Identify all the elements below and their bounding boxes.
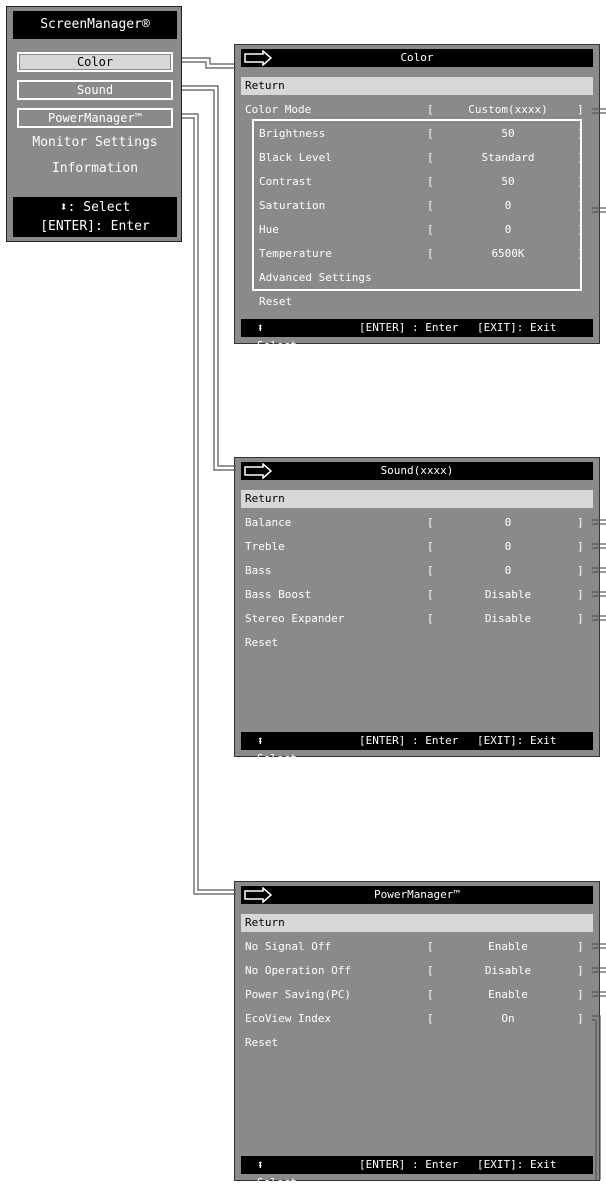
right-callout-ticks [592,108,606,1180]
connector-lines [182,57,606,1180]
menu-connectors [182,57,236,895]
